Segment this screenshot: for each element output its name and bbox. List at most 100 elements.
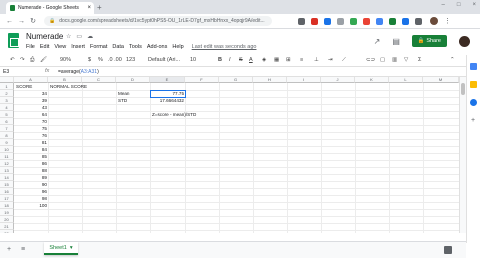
score-cell[interactable]: 98 (14, 195, 47, 202)
activity-trend-icon[interactable]: ↗ (374, 37, 381, 46)
sheet-tab-dropdown-icon[interactable]: ▾ (70, 245, 73, 251)
row-header-6[interactable]: 6 (0, 118, 14, 125)
mean-label-cell[interactable]: Mean (118, 90, 130, 97)
merge-cells-icon[interactable]: ⊞ (286, 57, 291, 63)
url-input[interactable]: 🔒 docs.google.com/spreadsheets/d/1vc5ypt… (44, 16, 272, 26)
score-cell[interactable]: 89 (14, 174, 47, 181)
strikethrough-button[interactable]: S (239, 57, 243, 63)
tasks-icon[interactable] (470, 99, 477, 106)
percent-format-button[interactable]: % (98, 57, 103, 63)
redo-icon[interactable]: ↷ (20, 57, 25, 63)
paint-format-icon[interactable]: 🖌 (40, 57, 47, 63)
text-color-button[interactable]: A (249, 57, 253, 63)
score-cell[interactable]: 84 (14, 146, 47, 153)
horizontal-scrollbar[interactable] (0, 233, 466, 241)
menu-insert[interactable]: Insert (71, 44, 85, 50)
bold-button[interactable]: B (218, 57, 222, 63)
borders-icon[interactable]: ▦ (274, 57, 279, 63)
forward-icon[interactable]: → (18, 18, 25, 25)
maximize-button[interactable]: □ (457, 2, 461, 8)
menu-help[interactable]: Help (172, 44, 183, 50)
browser-profile-avatar[interactable] (430, 17, 438, 25)
score-cell[interactable]: 100 (14, 202, 47, 209)
column-header-h[interactable]: H (253, 77, 287, 83)
new-tab-button[interactable]: + (97, 3, 102, 12)
vertical-scrollbar[interactable] (459, 77, 466, 233)
extensions-puzzle-icon[interactable] (415, 17, 422, 25)
browser-menu-icon[interactable]: ⋮ (444, 17, 451, 25)
extension-red-icon[interactable] (311, 17, 318, 25)
row-header-2[interactable]: 2 (0, 90, 14, 97)
cloud-saved-icon[interactable]: ☁ (87, 33, 93, 40)
extension-orange-icon[interactable] (363, 17, 370, 25)
score-cell[interactable]: 64 (14, 111, 47, 118)
number-format-select[interactable]: 123 (126, 57, 135, 63)
scrollbar-thumb[interactable] (461, 83, 465, 95)
text-wrap-icon[interactable]: ⇥ (328, 57, 333, 63)
font-size-select[interactable]: 10 (190, 57, 196, 63)
add-sheet-button[interactable]: + (7, 246, 11, 253)
score-cell[interactable]: 43 (14, 104, 47, 111)
row-header-9[interactable]: 9 (0, 139, 14, 146)
close-window-button[interactable]: × (472, 2, 476, 8)
filter-icon[interactable]: ▽ (404, 57, 408, 63)
row-header-21[interactable]: 21 (0, 223, 14, 230)
std-value-cell[interactable]: 17.6664432 (150, 97, 184, 104)
reload-icon[interactable]: ↻ (30, 17, 36, 25)
column-header-m[interactable]: M (423, 77, 459, 83)
score-cell[interactable]: 34 (14, 90, 47, 97)
last-edit-link[interactable]: Last edit was seconds ago (192, 44, 257, 50)
score-cell[interactable]: 76 (14, 132, 47, 139)
row-header-14[interactable]: 14 (0, 174, 14, 181)
text-rotation-icon[interactable]: ⟋ (342, 57, 346, 64)
insert-link-icon[interactable]: ⊂⊃ (366, 57, 375, 63)
row-header-20[interactable]: 20 (0, 216, 14, 223)
currency-format-button[interactable]: $ (88, 57, 91, 63)
star-icon[interactable]: ☆ (66, 33, 71, 40)
column-header-k[interactable]: K (355, 77, 389, 83)
tab-close-icon[interactable]: × (87, 5, 91, 11)
menu-data[interactable]: Data (112, 44, 124, 50)
print-icon[interactable]: ⎙ (30, 57, 34, 64)
column-header-l[interactable]: L (389, 77, 423, 83)
column-header-i[interactable]: I (287, 77, 321, 83)
calendar-icon[interactable] (470, 63, 477, 70)
score-cell[interactable]: 39 (14, 97, 47, 104)
score-cell[interactable]: 70 (14, 118, 47, 125)
row-header-12[interactable]: 12 (0, 160, 14, 167)
score-cell[interactable]: 75 (14, 125, 47, 132)
column-header-e[interactable]: E (150, 77, 185, 83)
functions-icon[interactable]: Σ (418, 57, 421, 63)
explore-icon[interactable] (444, 246, 452, 254)
sheet-tab-sheet1[interactable]: Sheet1 ▾ (44, 242, 78, 255)
score-cell[interactable]: 88 (14, 167, 47, 174)
spreadsheet-grid[interactable]: A B C D E F G H I J K L M 1 2 3 4 5 6 7 … (0, 77, 459, 233)
extension-dot-icon[interactable] (402, 17, 409, 25)
extension-grey-icon[interactable] (337, 17, 344, 25)
score-cell[interactable]: 86 (14, 160, 47, 167)
row-header-11[interactable]: 11 (0, 153, 14, 160)
menu-format[interactable]: Format (90, 44, 107, 50)
bookmark-star-icon[interactable] (298, 17, 305, 25)
std-label-cell[interactable]: STD (118, 97, 127, 104)
row-header-1[interactable]: 1 (0, 83, 14, 90)
zscore-note-cell[interactable]: Z=score - mean)/STD (152, 111, 196, 118)
column-header-d[interactable]: D (116, 77, 150, 83)
formula-input[interactable]: =average(A3:A31) (58, 69, 99, 75)
row-header-4[interactable]: 4 (0, 104, 14, 111)
insert-chart-icon[interactable]: ▥ (392, 57, 397, 63)
score-cell[interactable]: 85 (14, 153, 47, 160)
decimal-buttons[interactable]: .0 .00 (108, 57, 122, 63)
row-header-19[interactable]: 19 (0, 209, 14, 216)
back-icon[interactable]: ← (6, 18, 13, 25)
extension-green-icon[interactable] (350, 17, 357, 25)
menu-addons[interactable]: Add-ons (147, 44, 168, 50)
extension-square-icon[interactable] (376, 17, 383, 25)
column-header-j[interactable]: J (321, 77, 355, 83)
extension-blue-icon[interactable] (324, 17, 331, 25)
zoom-select[interactable]: 90% (60, 57, 71, 63)
font-select[interactable]: Default (Ari... (148, 57, 180, 63)
row-header-5[interactable]: 5 (0, 111, 14, 118)
move-folder-icon[interactable]: ▭ (76, 33, 82, 40)
browser-tab[interactable]: Numerade - Google Sheets × (6, 2, 94, 14)
